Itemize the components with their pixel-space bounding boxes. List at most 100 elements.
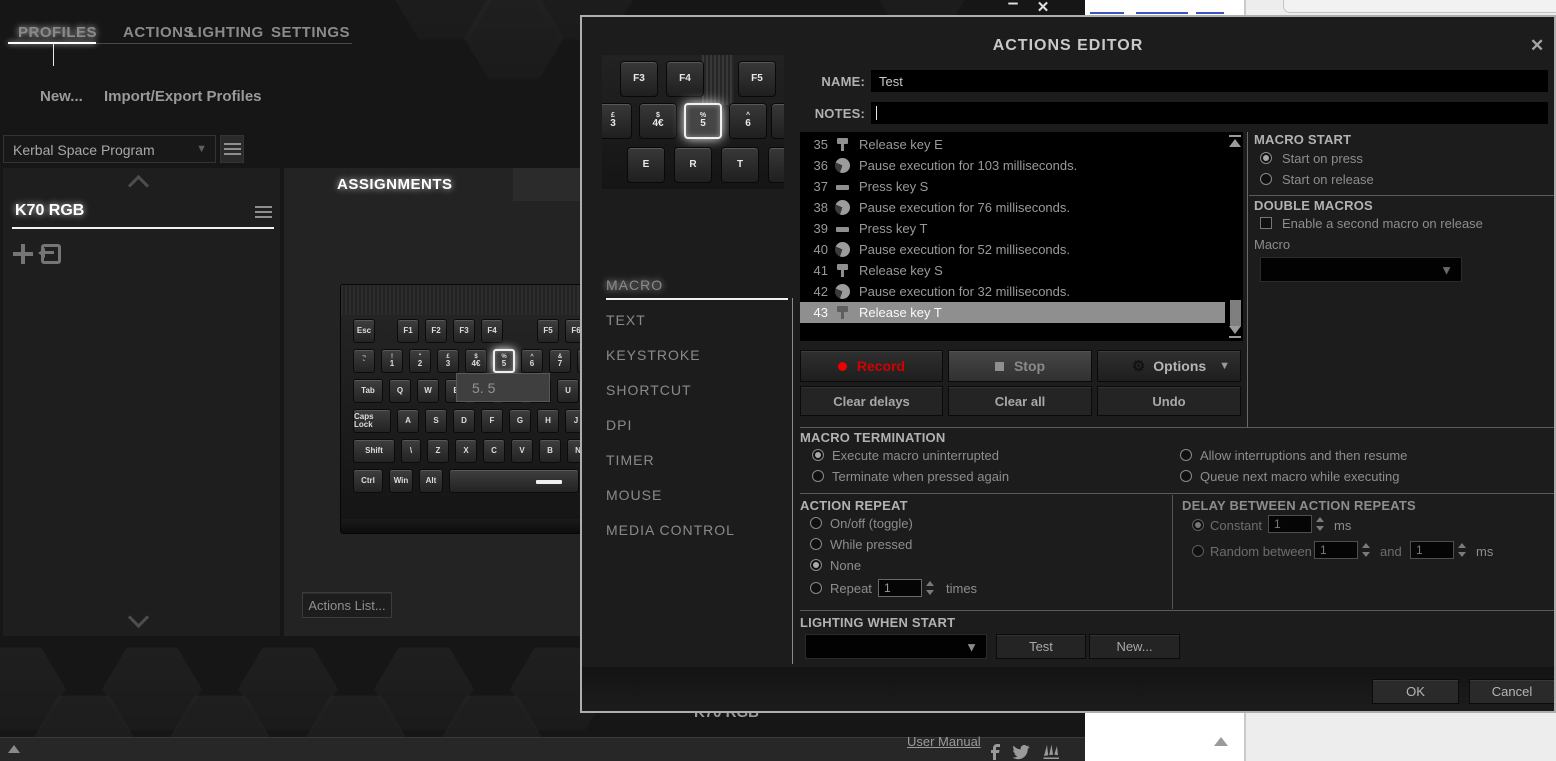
key-2[interactable]: " 2 [409, 349, 431, 373]
start-on-release-radio[interactable] [1260, 173, 1272, 185]
undo-button[interactable]: Undo [1097, 386, 1241, 416]
key-space[interactable] [449, 469, 579, 493]
macro-select[interactable]: ▼ [1260, 257, 1462, 282]
key-1[interactable]: ! 1 [381, 349, 403, 373]
minimize-button[interactable]: – [1002, 0, 1024, 14]
key-v[interactable]: V [511, 439, 533, 463]
random-max-input[interactable]: 1 [1410, 541, 1454, 559]
allow-interruptions-radio[interactable] [1180, 449, 1192, 461]
key-b[interactable]: B [539, 439, 561, 463]
onoff-toggle-radio[interactable] [810, 517, 822, 529]
key-6[interactable]: ^ 6 [521, 349, 543, 373]
key-4€[interactable]: $4€ [465, 349, 487, 373]
lighting-select[interactable]: ▼ [805, 634, 987, 659]
facebook-icon[interactable] [988, 744, 1002, 760]
none-radio[interactable] [810, 559, 822, 571]
record-button[interactable]: Record [800, 350, 943, 382]
terminate-pressed-again-radio[interactable] [812, 470, 824, 482]
menu-item-media-control[interactable]: MEDIA CONTROL [606, 522, 735, 538]
key-tab[interactable]: Tab [353, 379, 383, 403]
key-t[interactable]: T [721, 147, 759, 183]
key-f5[interactable]: F5 [738, 61, 776, 97]
nav-item-profiles[interactable]: PROFILES [18, 24, 97, 41]
nav-item-settings[interactable]: SETTINGS [271, 24, 350, 41]
twitter-icon[interactable] [1012, 745, 1030, 760]
ok-button[interactable]: OK [1372, 679, 1459, 704]
macro-step-row[interactable]: 41 Release key S [800, 260, 1225, 281]
key-a[interactable]: A [397, 409, 419, 433]
repeat-radio[interactable] [810, 582, 822, 594]
options-button[interactable]: ⚙ Options ▼ [1097, 350, 1241, 382]
key-5[interactable]: % 5 [684, 103, 722, 139]
key-3[interactable]: £3 [437, 349, 459, 373]
key-d[interactable]: D [453, 409, 475, 433]
tab-assignments[interactable]: ASSIGNMENTS [337, 176, 453, 193]
macro-step-row[interactable]: 39 Press key T [800, 218, 1225, 239]
constant-delay-input[interactable]: 1 [1268, 515, 1312, 533]
random-delay-radio[interactable] [1192, 545, 1204, 557]
key-7[interactable]: &7 [549, 349, 571, 373]
close-icon[interactable]: ✕ [1530, 36, 1544, 56]
import-icon[interactable] [38, 244, 61, 264]
scroll-to-bottom-icon[interactable] [1229, 326, 1241, 338]
execute-uninterrupted-radio[interactable] [812, 449, 824, 461]
scroll-to-top-icon[interactable] [1229, 135, 1241, 147]
notes-input[interactable] [871, 102, 1548, 124]
nav-item-lighting[interactable]: LIGHTING [188, 24, 264, 41]
key-z[interactable]: Z [427, 439, 449, 463]
macro-step-row[interactable]: 40 Pause execution for 52 milliseconds. [800, 239, 1225, 260]
key-c[interactable]: C [483, 439, 505, 463]
menu-item-dpi[interactable]: DPI [606, 417, 632, 433]
expand-up-icon[interactable] [8, 745, 20, 753]
constant-delay-radio[interactable] [1192, 519, 1204, 531]
key-f4[interactable]: F4 [481, 319, 503, 343]
import-export-profiles-button[interactable]: Import/Export Profiles [104, 88, 262, 105]
random-min-stepper[interactable] [1361, 541, 1371, 559]
second-macro-checkbox[interactable] [1260, 217, 1272, 229]
menu-item-macro[interactable]: MACRO [606, 277, 663, 293]
profile-select[interactable]: Kerbal Space Program ▼ [3, 135, 216, 163]
key-e[interactable]: E [627, 147, 665, 183]
macro-list-scrollbar[interactable] [1228, 132, 1243, 341]
macro-step-row[interactable]: 38 Pause execution for 76 milliseconds. [800, 197, 1225, 218]
device-panel-menu-icon[interactable] [255, 206, 272, 219]
menu-item-keystroke[interactable]: KEYSTROKE [606, 347, 701, 363]
user-manual-link[interactable]: User Manual [907, 734, 981, 749]
actions-list-button[interactable]: Actions List... [302, 592, 392, 618]
menu-item-mouse[interactable]: MOUSE [606, 487, 662, 503]
macro-step-row[interactable]: 36 Pause execution for 103 milliseconds. [800, 155, 1225, 176]
key-shift[interactable]: Shift [353, 439, 395, 463]
stop-button[interactable]: Stop [948, 350, 1092, 382]
random-max-stepper[interactable] [1457, 541, 1467, 559]
profile-menu-button[interactable] [220, 135, 244, 163]
nav-item-actions[interactable]: ACTIONS [123, 24, 194, 41]
key-h[interactable]: H [537, 409, 559, 433]
corsair-icon[interactable] [1042, 743, 1060, 760]
cancel-button[interactable]: Cancel [1469, 679, 1554, 704]
repeat-count-input[interactable]: 1 [878, 579, 922, 597]
key-g[interactable]: G [509, 409, 531, 433]
macro-step-row[interactable]: 37 Press key S [800, 176, 1225, 197]
key-f3[interactable]: F3 [453, 319, 475, 343]
key-5[interactable]: % 5 [493, 349, 515, 373]
key-4€[interactable]: $4€ [639, 103, 677, 139]
name-input[interactable]: Test [871, 70, 1548, 92]
key-alt[interactable]: Alt [419, 469, 443, 493]
random-min-input[interactable]: 1 [1314, 541, 1358, 559]
key-f2[interactable]: F2 [425, 319, 447, 343]
key-6[interactable]: ^ 6 [729, 103, 767, 139]
key-win[interactable]: Win [389, 469, 413, 493]
key-y[interactable]: Y [768, 147, 784, 183]
macro-step-row[interactable]: 42 Pause execution for 32 milliseconds. [800, 281, 1225, 302]
key-u[interactable]: U [557, 379, 579, 403]
start-on-press-radio[interactable] [1260, 152, 1272, 164]
key-s[interactable]: S [425, 409, 447, 433]
scroll-down-chevron[interactable] [127, 606, 150, 629]
clear-delays-button[interactable]: Clear delays [800, 386, 943, 416]
key-\[interactable]: \ [401, 439, 421, 463]
key-`[interactable]: ¬ ` [353, 349, 375, 373]
key-f[interactable]: F [481, 409, 503, 433]
menu-item-shortcut[interactable]: SHORTCUT [606, 382, 692, 398]
menu-item-timer[interactable]: TIMER [606, 452, 655, 468]
lighting-test-button[interactable]: Test [996, 634, 1086, 659]
